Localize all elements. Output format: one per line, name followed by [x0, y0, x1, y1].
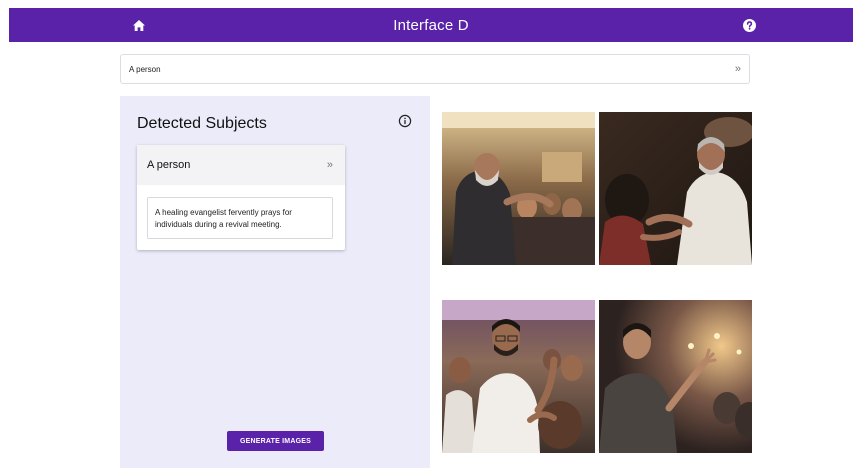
generated-image-1[interactable] [442, 112, 595, 265]
generate-images-button[interactable]: GENERATE IMAGES [227, 431, 324, 451]
subject-card-header[interactable]: A person » [137, 145, 345, 185]
app-title: Interface D [393, 16, 469, 34]
prompt-bar[interactable]: A person » [120, 54, 750, 84]
generated-image-3[interactable] [442, 300, 595, 453]
chevron-double-right-icon[interactable]: » [327, 159, 333, 171]
subject-label: A person [147, 159, 191, 171]
help-icon[interactable] [741, 17, 757, 33]
info-icon[interactable] [398, 114, 412, 128]
detected-subjects-panel: Detected Subjects A person » A healing e… [120, 96, 430, 468]
subject-description[interactable]: A healing evangelist fervently prays for… [147, 197, 333, 239]
app-header: Interface D [9, 8, 853, 42]
generated-image-2[interactable] [599, 112, 752, 265]
chevron-double-right-icon[interactable]: » [735, 63, 741, 75]
home-icon[interactable] [131, 17, 147, 33]
subject-card: A person » A healing evangelist ferventl… [137, 145, 345, 250]
prompt-text[interactable]: A person [129, 65, 735, 74]
panel-title: Detected Subjects [137, 115, 267, 132]
generated-image-4[interactable] [599, 300, 752, 453]
